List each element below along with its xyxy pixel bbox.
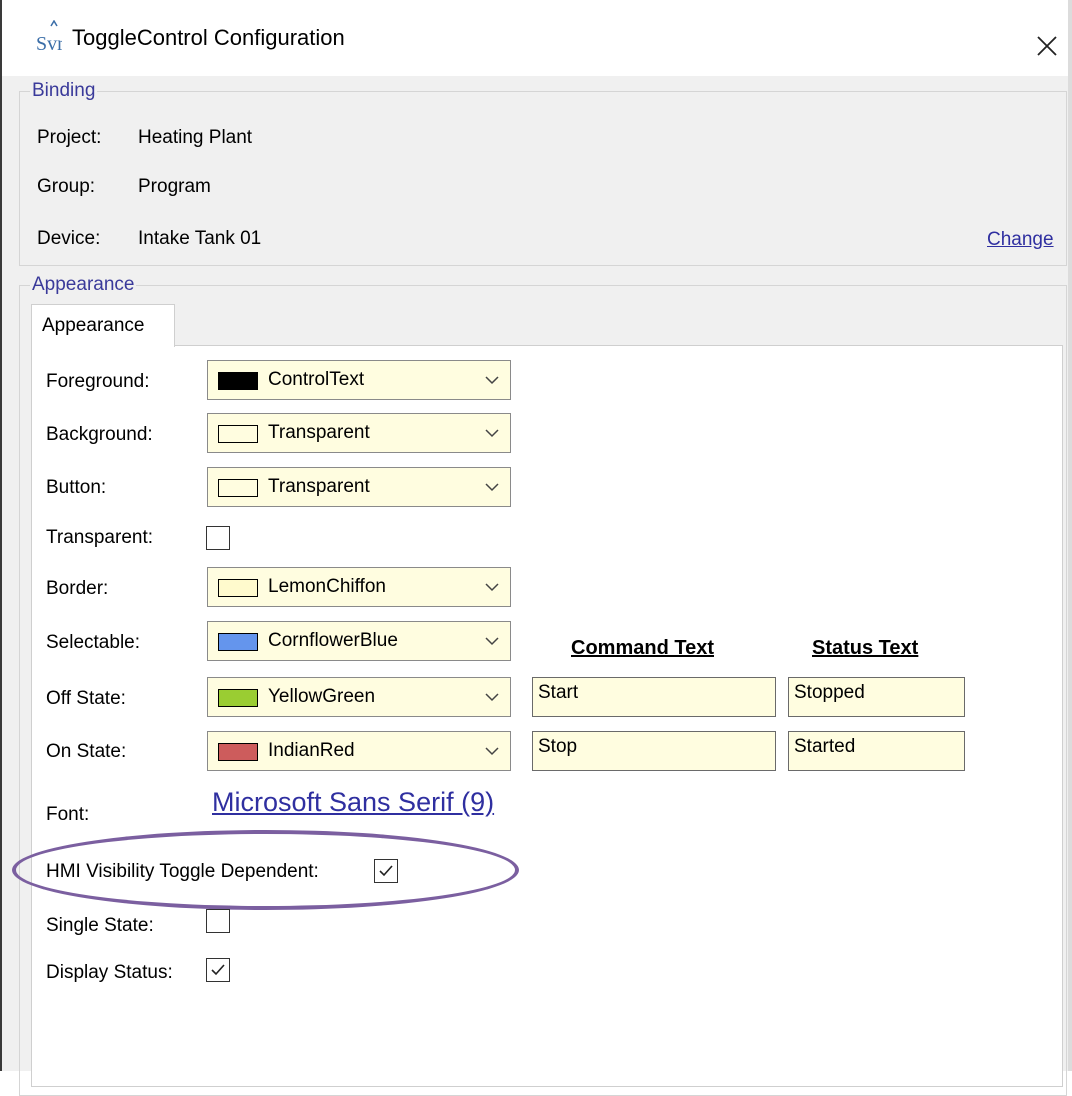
tab-appearance-label: Appearance (42, 315, 145, 336)
single-state-checkbox[interactable] (206, 909, 230, 933)
close-button[interactable] (1022, 10, 1070, 60)
border-label: Border: (46, 578, 109, 599)
off-state-swatch (218, 689, 258, 707)
chevron-down-icon[interactable] (484, 580, 500, 594)
window-right-edge (1068, 0, 1072, 1071)
transparent-label: Transparent: (46, 527, 154, 548)
chevron-down-icon[interactable] (484, 426, 500, 440)
foreground-dropdown[interactable]: ControlText (207, 360, 511, 400)
group-label: Group: (37, 176, 96, 197)
project-value: Heating Plant (138, 127, 253, 148)
chevron-down-icon[interactable] (484, 634, 500, 648)
button-swatch (218, 479, 258, 497)
display-status-checkbox[interactable] (206, 958, 230, 982)
on-state-label: On State: (46, 741, 127, 762)
tab-appearance[interactable]: Appearance (31, 304, 175, 347)
appearance-legend: Appearance (32, 274, 135, 295)
svr-app-icon: Svr (36, 19, 64, 55)
selectable-dropdown[interactable]: CornflowerBlue (207, 621, 511, 661)
on-state-dropdown[interactable]: IndianRed (207, 731, 511, 771)
background-label: Background: (46, 424, 153, 445)
checkmark-icon (211, 964, 225, 976)
chevron-down-icon[interactable] (484, 480, 500, 494)
binding-legend: Binding (32, 80, 96, 101)
chevron-down-icon[interactable] (484, 690, 500, 704)
transparent-checkbox[interactable] (206, 526, 230, 550)
title-bar[interactable]: Svr ToggleControl Configuration (2, 0, 1068, 76)
on-state-value: IndianRed (268, 740, 355, 761)
highlight-ellipse (12, 830, 519, 910)
change-link[interactable]: Change (987, 229, 1054, 251)
off-state-label: Off State: (46, 688, 126, 709)
group-value: Program (138, 176, 211, 197)
window-title: ToggleControl Configuration (72, 25, 345, 50)
button-value: Transparent (268, 476, 370, 497)
chevron-down-icon[interactable] (484, 373, 500, 387)
window-left-edge (0, 0, 2, 1071)
device-value: Intake Tank 01 (138, 228, 262, 249)
close-icon[interactable] (1022, 10, 1070, 60)
on-command-text-input[interactable]: Stop (532, 731, 776, 771)
selectable-value: CornflowerBlue (268, 630, 398, 651)
button-label: Button: (46, 477, 107, 498)
background-dropdown[interactable]: Transparent (207, 413, 511, 453)
border-dropdown[interactable]: LemonChiffon (207, 567, 511, 607)
font-label: Font: (46, 804, 90, 825)
config-dialog: Svr ToggleControl Configuration Binding … (0, 0, 1072, 1096)
foreground-value: ControlText (268, 369, 365, 390)
selectable-swatch (218, 633, 258, 651)
button-dropdown[interactable]: Transparent (207, 467, 511, 507)
border-swatch (218, 579, 258, 597)
background-swatch (218, 425, 258, 443)
foreground-label: Foreground: (46, 371, 150, 392)
font-link[interactable]: Microsoft Sans Serif (9) (212, 787, 494, 818)
app-icon-text: Svr (36, 33, 62, 54)
status-text-header: Status Text (812, 637, 919, 659)
foreground-swatch (218, 372, 258, 390)
on-state-swatch (218, 743, 258, 761)
off-status-text-input[interactable]: Stopped (788, 677, 965, 717)
project-label: Project: (37, 127, 102, 148)
off-state-value: YellowGreen (268, 686, 376, 707)
background-value: Transparent (268, 422, 370, 443)
off-command-text-input[interactable]: Start (532, 677, 776, 717)
chevron-down-icon[interactable] (484, 744, 500, 758)
selectable-label: Selectable: (46, 632, 141, 653)
display-status-label: Display Status: (46, 962, 173, 983)
device-label: Device: (37, 228, 101, 249)
off-state-dropdown[interactable]: YellowGreen (207, 677, 511, 717)
border-value: LemonChiffon (268, 576, 386, 597)
single-state-label: Single State: (46, 915, 154, 936)
command-text-header: Command Text (571, 637, 714, 659)
on-status-text-input[interactable]: Started (788, 731, 965, 771)
